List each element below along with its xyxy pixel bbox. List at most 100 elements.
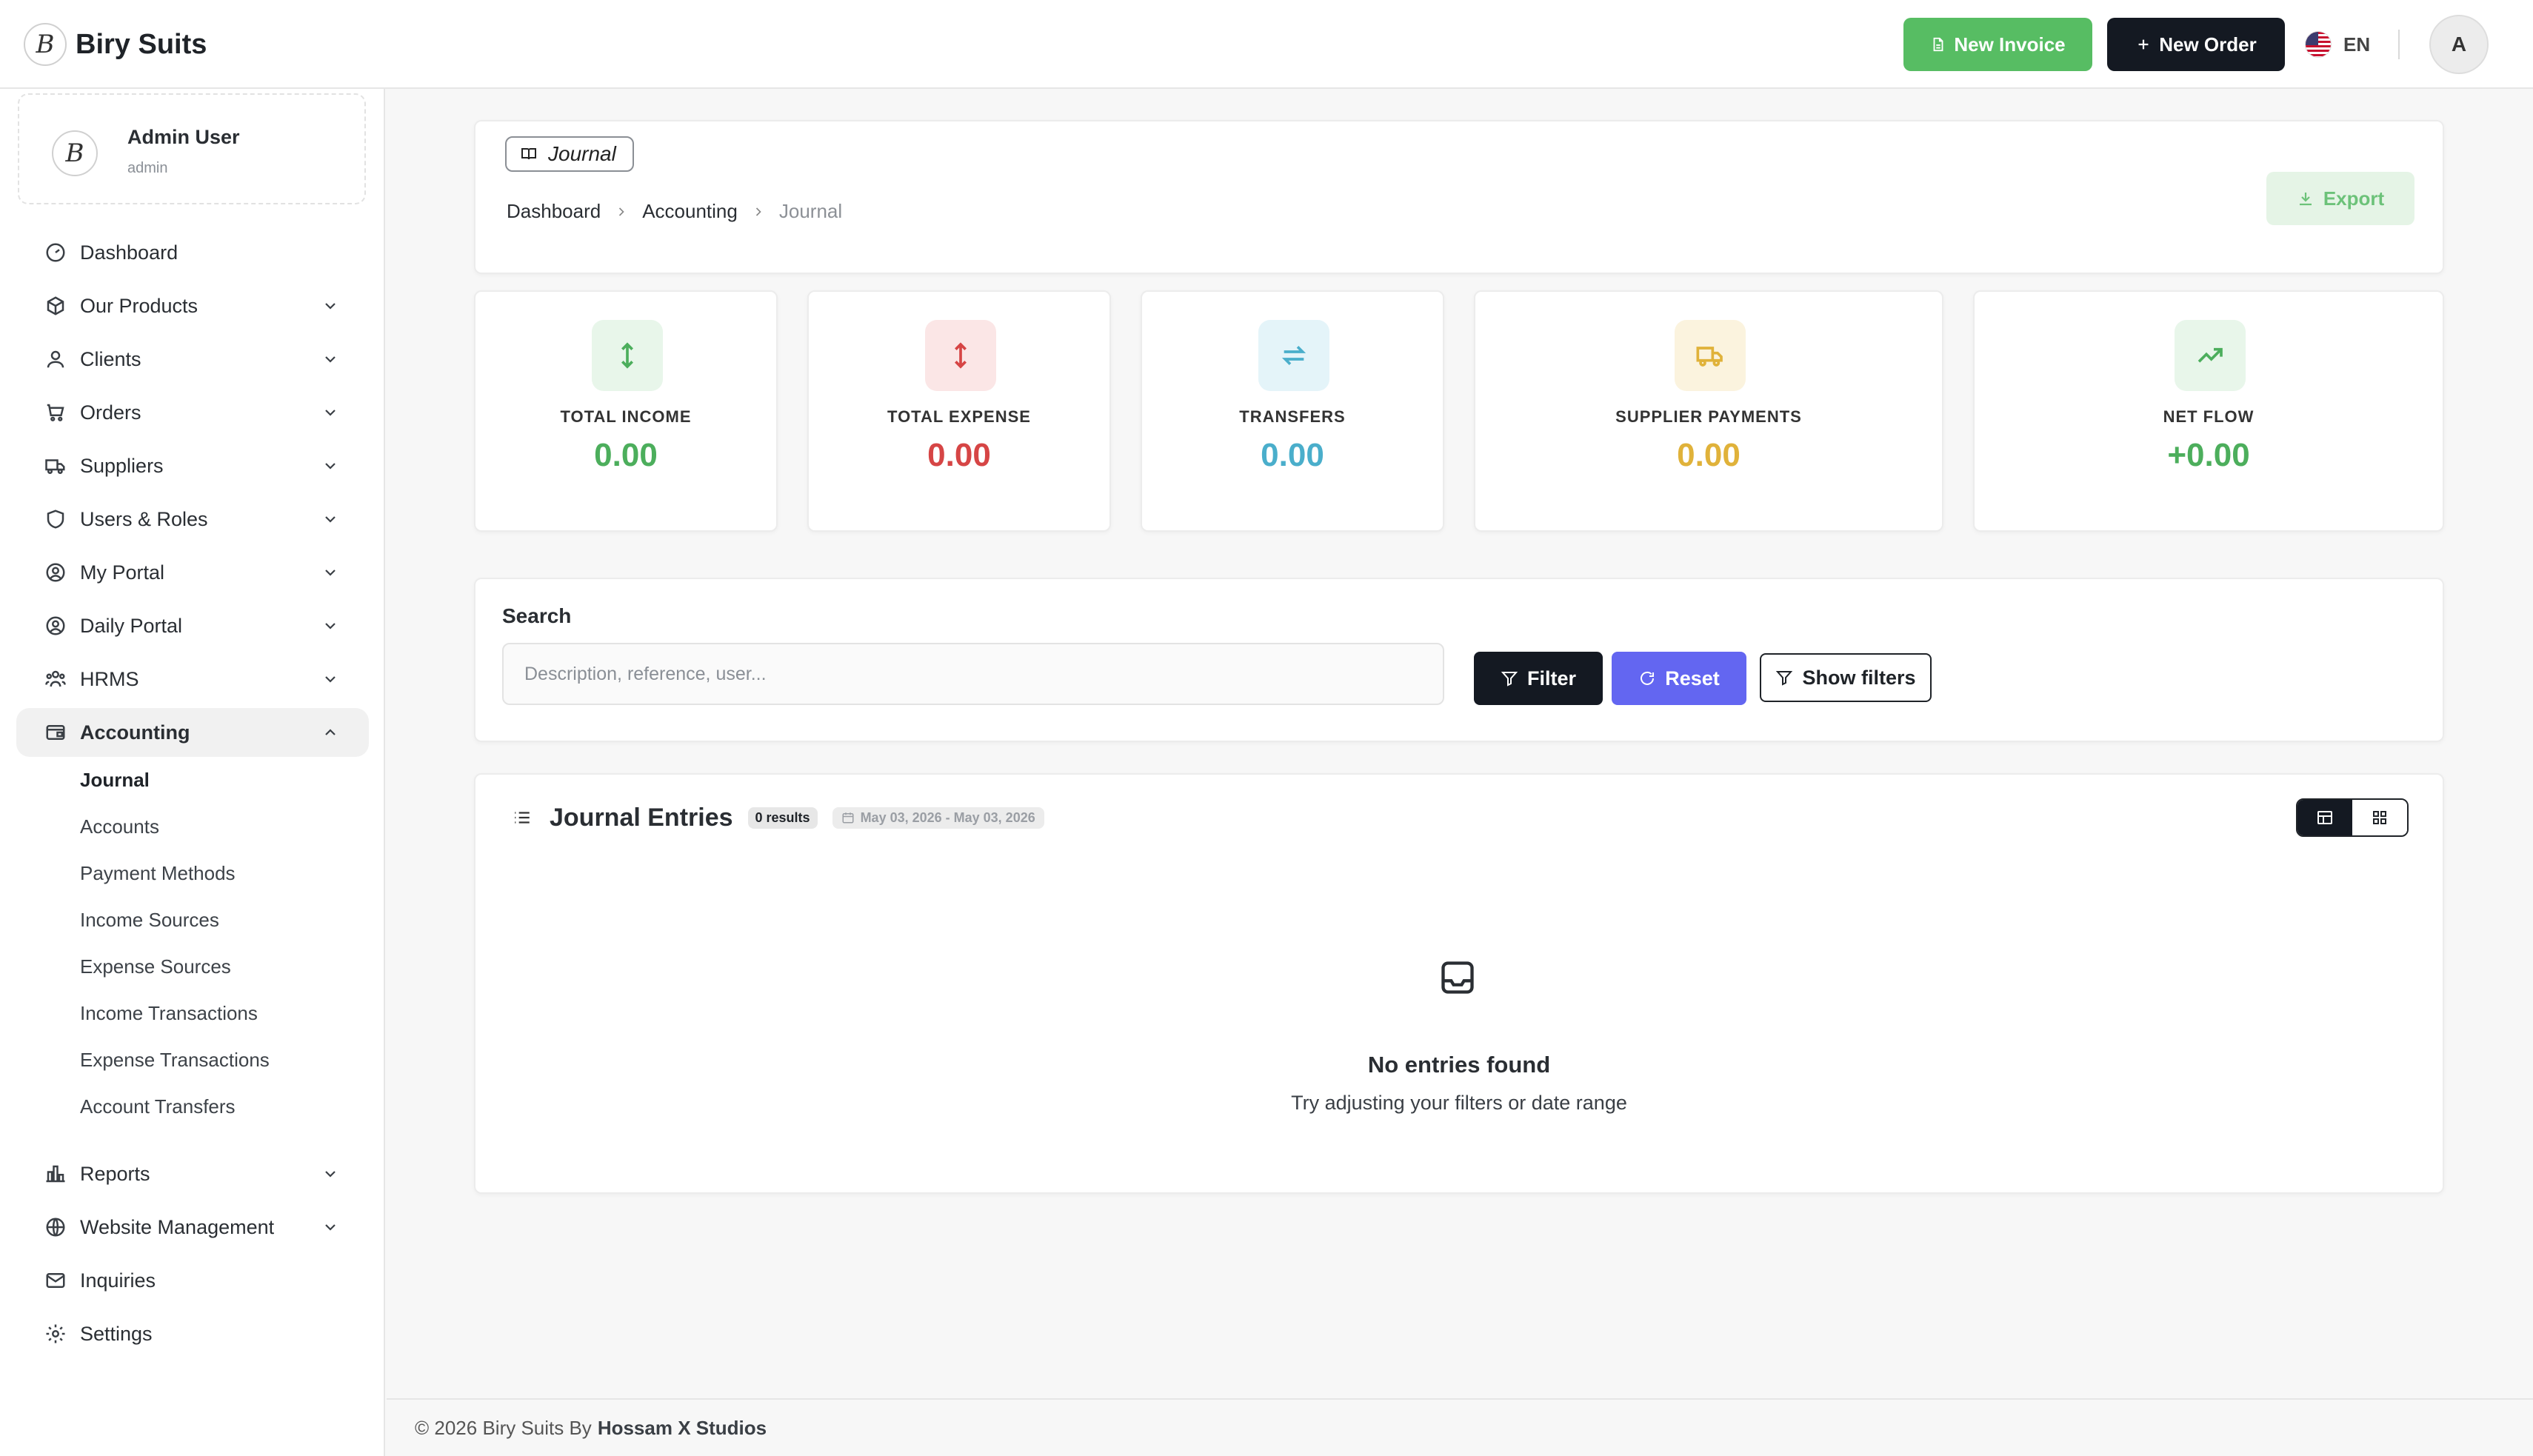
- filter-button[interactable]: Filter: [1474, 652, 1603, 705]
- truck-icon: [1675, 320, 1746, 391]
- new-order-button[interactable]: New Order: [2107, 18, 2285, 71]
- sidebar: B Admin User admin Dashboard Our Product…: [0, 89, 385, 1456]
- view-toggle: [2296, 798, 2409, 837]
- empty-state-subtitle: Try adjusting your filters or date range: [1291, 1092, 1627, 1114]
- chevron-right-icon: [619, 207, 624, 216]
- page-title-chip: Journal: [505, 136, 634, 172]
- filter-icon: [1776, 671, 1793, 686]
- export-label: Export: [2323, 187, 2385, 210]
- sidebar-item-label: Website Management: [80, 1215, 275, 1238]
- brand[interactable]: B Biry Suits: [24, 22, 207, 67]
- sidebar-item-orders[interactable]: Orders: [16, 388, 369, 437]
- stat-card-total-income: TOTAL INCOME 0.00: [474, 290, 778, 532]
- sidebar-item-suppliers[interactable]: Suppliers: [16, 441, 369, 490]
- sidebar-subitem-payment-methods[interactable]: Payment Methods: [80, 862, 236, 885]
- table-icon: [2317, 811, 2332, 824]
- journal-entries-panel: Journal Entries 0 results May 03, 2026 -…: [474, 773, 2444, 1194]
- breadcrumb-accounting[interactable]: Accounting: [642, 200, 738, 223]
- divider: [2398, 30, 2400, 59]
- sidebar-item-dashboard[interactable]: Dashboard: [16, 228, 369, 277]
- sidebar-item-clients[interactable]: Clients: [16, 335, 369, 384]
- breadcrumb-dashboard[interactable]: Dashboard: [507, 200, 601, 223]
- sidebar-item-label: Accounting: [80, 721, 190, 744]
- sidebar-item-label: Suppliers: [80, 454, 164, 477]
- new-invoice-button[interactable]: New Invoice: [1903, 18, 2092, 71]
- table-view-button[interactable]: [2297, 800, 2352, 835]
- book-icon: [521, 148, 536, 160]
- filter-icon: [1501, 672, 1518, 687]
- inbox-icon: [1441, 961, 1474, 994]
- sidebar-item-my-portal[interactable]: My Portal: [16, 548, 369, 597]
- sidebar-item-accounting[interactable]: Accounting: [16, 708, 369, 757]
- grid-icon: [2373, 811, 2386, 824]
- chevron-down-icon: [325, 1171, 336, 1178]
- globe-icon: [46, 1218, 65, 1237]
- search-title: Search: [502, 604, 572, 627]
- chevron-down-icon: [325, 410, 336, 416]
- transfer-icon: [1258, 320, 1329, 391]
- brand-logo: B: [24, 23, 67, 66]
- search-input[interactable]: [502, 643, 1444, 705]
- sidebar-item-inquiries[interactable]: Inquiries: [16, 1256, 369, 1305]
- sidebar-item-reports[interactable]: Reports: [16, 1149, 369, 1198]
- sidebar-item-label: Orders: [80, 401, 141, 424]
- sidebar-subitem-account-transfers[interactable]: Account Transfers: [80, 1095, 236, 1118]
- user-icon: [47, 350, 64, 368]
- sidebar-item-our-products[interactable]: Our Products: [16, 281, 369, 330]
- sidebar-item-users-roles[interactable]: Users & Roles: [16, 495, 369, 544]
- show-filters-label: Show filters: [1802, 666, 1916, 689]
- sidebar-item-daily-portal[interactable]: Daily Portal: [16, 601, 369, 650]
- plus-icon: [2138, 39, 2149, 50]
- stat-card-supplier-payments: SUPPLIER PAYMENTS 0.00: [1474, 290, 1943, 532]
- chevron-down-icon: [325, 623, 336, 630]
- sidebar-subitem-expense-transactions[interactable]: Expense Transactions: [80, 1049, 270, 1072]
- wallet-icon: [46, 725, 65, 740]
- avatar: B: [52, 130, 98, 176]
- file-icon: [1933, 37, 1943, 52]
- cart-icon: [47, 404, 64, 421]
- language-code: EN: [2343, 33, 2371, 56]
- sidebar-subitem-income-transactions[interactable]: Income Transactions: [80, 1002, 258, 1025]
- sidebar-item-hrms[interactable]: HRMS: [16, 655, 369, 704]
- reset-button[interactable]: Reset: [1612, 652, 1746, 705]
- stat-label: TOTAL INCOME: [560, 407, 692, 426]
- arrow-up-down-icon: [925, 320, 996, 391]
- chevron-down-icon: [325, 463, 336, 470]
- list-icon: [515, 812, 530, 824]
- chevron-up-icon: [325, 729, 336, 735]
- sidebar-item-settings[interactable]: Settings: [16, 1309, 369, 1358]
- empty-state-title: No entries found: [1367, 1052, 1551, 1078]
- language-switcher[interactable]: EN: [2305, 30, 2370, 59]
- page-header: Journal Dashboard Accounting Journal Exp…: [474, 120, 2444, 274]
- stat-label: TRANSFERS: [1239, 407, 1346, 426]
- sidebar-item-label: Daily Portal: [80, 614, 183, 637]
- sidebar-item-website-management[interactable]: Website Management: [16, 1203, 369, 1252]
- sidebar-subitem-journal[interactable]: Journal: [80, 769, 150, 792]
- brand-name: Biry Suits: [76, 28, 207, 60]
- gear-icon: [46, 1324, 65, 1343]
- chevron-down-icon: [325, 303, 336, 310]
- grid-view-button[interactable]: [2352, 800, 2407, 835]
- shield-icon: [47, 510, 64, 529]
- arrow-up-down-icon: [592, 320, 663, 391]
- sidebar-subitem-income-sources[interactable]: Income Sources: [80, 909, 219, 932]
- user-name: Admin User: [127, 126, 240, 148]
- stat-value: 0.00: [594, 437, 658, 473]
- show-filters-button[interactable]: Show filters: [1760, 653, 1932, 702]
- sidebar-item-label: Users & Roles: [80, 507, 208, 530]
- bar-chart-icon: [46, 1165, 65, 1183]
- sidebar-subitem-accounts[interactable]: Accounts: [80, 815, 159, 838]
- sidebar-subitem-expense-sources[interactable]: Expense Sources: [80, 955, 231, 978]
- sidebar-item-label: My Portal: [80, 561, 165, 584]
- user-circle-icon: [46, 616, 65, 635]
- entries-header: Journal Entries 0 results May 03, 2026 -…: [513, 803, 1044, 832]
- trending-up-icon: [2175, 320, 2246, 391]
- export-button[interactable]: Export: [2266, 172, 2414, 225]
- user-card[interactable]: B Admin User admin: [18, 93, 366, 204]
- reset-label: Reset: [1665, 667, 1720, 689]
- footer-company-link[interactable]: Hossam X Studios: [598, 1417, 767, 1440]
- dashboard-icon: [46, 243, 65, 262]
- stat-label: NET FLOW: [2163, 407, 2255, 426]
- user-avatar[interactable]: A: [2429, 15, 2489, 74]
- users-icon: [45, 670, 66, 687]
